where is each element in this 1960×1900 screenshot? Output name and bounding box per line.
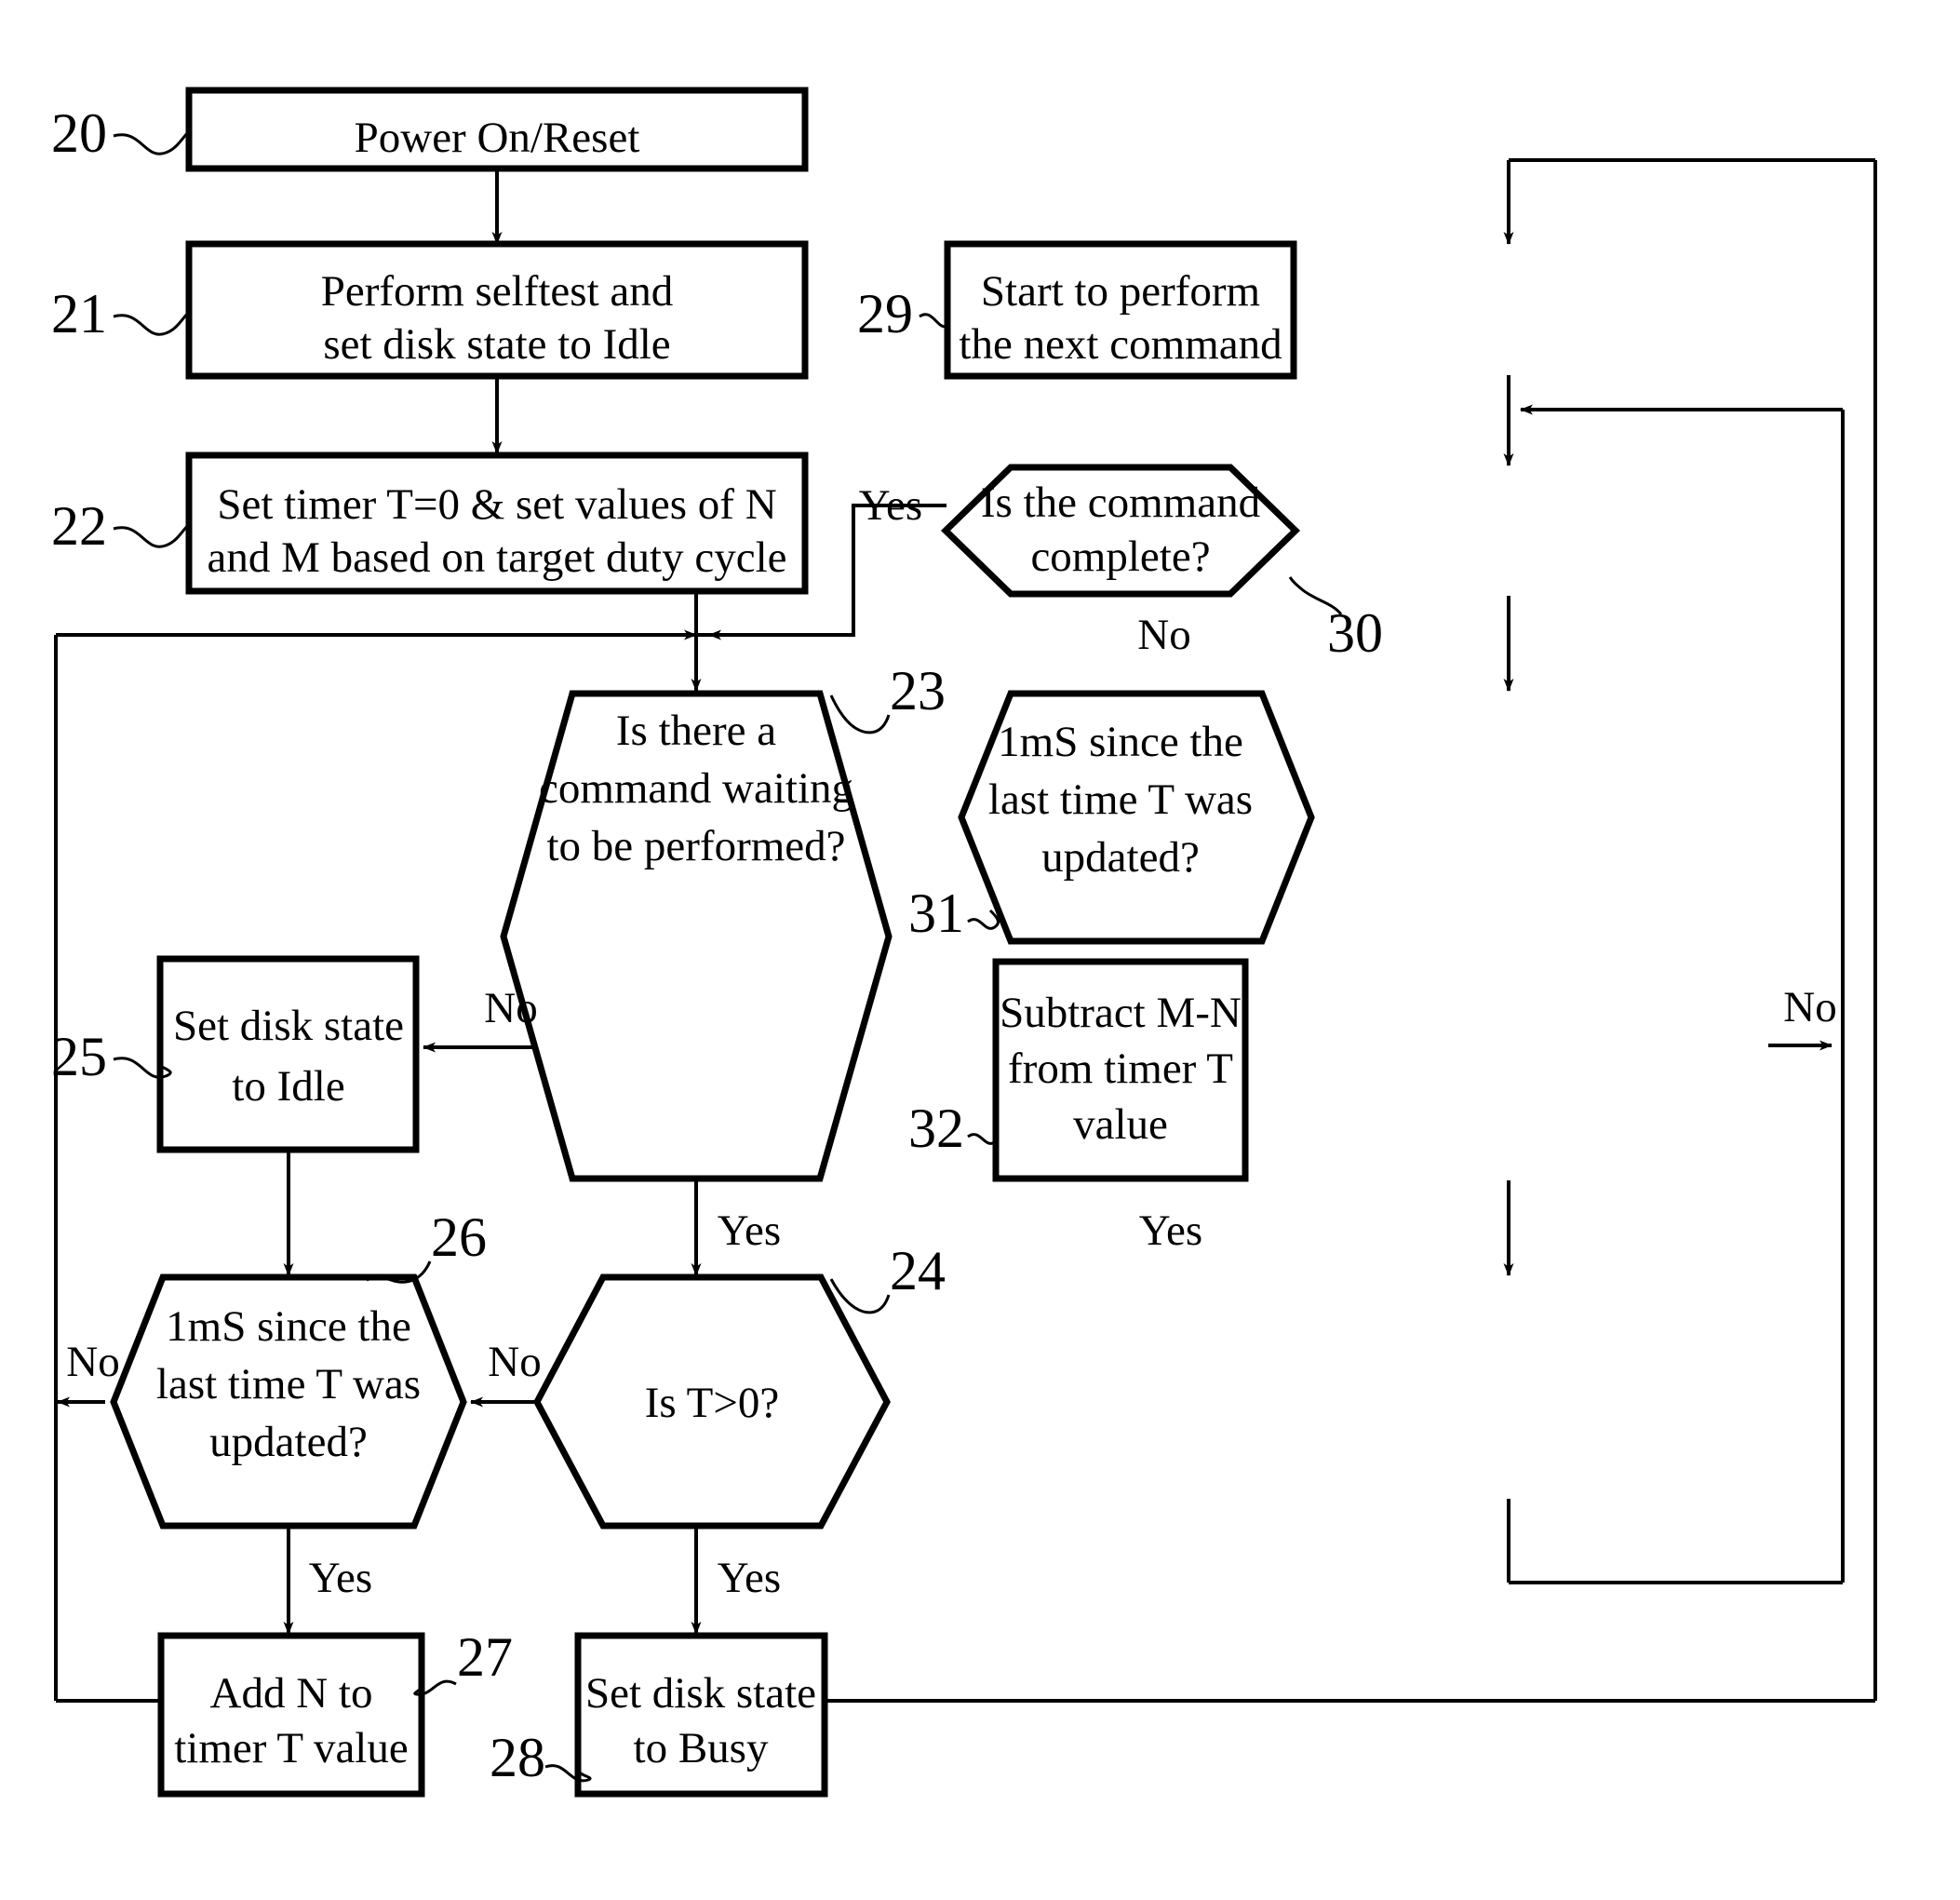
node-32-subtract-m-n[interactable]: Subtract M-N from timer T value <box>992 958 1249 1182</box>
node-27-line2: timer T value <box>174 1724 408 1772</box>
leader-20 <box>113 129 191 155</box>
node-32-line2: from timer T <box>1008 1044 1233 1093</box>
node-24-timer-positive-decision[interactable]: Is T>0? <box>533 1273 891 1529</box>
node-21-line2: set disk state to Idle <box>323 320 670 369</box>
flowchart-figure: Power On/Reset Perform selftest and set … <box>0 0 1960 1900</box>
ref-number-23: 23 <box>890 660 946 721</box>
node-31-1ms-elapsed-decision[interactable]: 1mS since the last time T was updated? <box>958 690 1315 945</box>
node-22-line1: Set timer T=0 & set values of N <box>217 480 776 529</box>
edge-label-26-yes: Yes <box>309 1554 372 1602</box>
node-23-line1: Is there a <box>616 707 776 755</box>
edge-label-31-no: No <box>1783 983 1836 1031</box>
leader-31 <box>967 909 1000 930</box>
edge-label-31-yes: Yes <box>1139 1206 1202 1255</box>
leader-22 <box>113 522 191 548</box>
ref-number-24: 24 <box>890 1240 946 1301</box>
node-28-line2: to Busy <box>634 1724 769 1772</box>
leader-30 <box>1288 576 1343 615</box>
node-30-line2: complete? <box>1030 532 1210 581</box>
node-31-line3: updated? <box>1041 833 1200 882</box>
ref-number-28: 28 <box>490 1727 545 1788</box>
ref-number-25: 25 <box>51 1026 107 1087</box>
node-28-set-disk-busy[interactable]: Set disk state to Busy <box>574 1632 828 1798</box>
node-26-line3: updated? <box>209 1418 368 1466</box>
ref-number-22: 22 <box>51 495 107 557</box>
node-24-line1: Is T>0? <box>645 1379 779 1427</box>
node-31-line2: last time T was <box>988 775 1253 824</box>
leader-32 <box>967 1133 997 1145</box>
edge-label-26-no: No <box>66 1338 119 1386</box>
node-29-start-next-command[interactable]: Start to perform the next command <box>944 240 1297 380</box>
node-25-set-disk-idle[interactable]: Set disk state to Idle <box>156 955 420 1153</box>
node-21-perform-selftest[interactable]: Perform selftest and set disk state to I… <box>185 240 809 380</box>
ref-number-26: 26 <box>431 1206 487 1268</box>
node-32-line1: Subtract M-N <box>1000 989 1242 1037</box>
edge-label-30-no: No <box>1137 611 1190 659</box>
ref-number-30: 30 <box>1327 602 1383 664</box>
flowchart-canvas: Power On/Reset Perform selftest and set … <box>51 87 1877 1798</box>
node-25-line2: to Idle <box>232 1062 344 1111</box>
edge-label-24-yes: Yes <box>718 1554 781 1602</box>
node-26-1ms-elapsed-decision[interactable]: 1mS since the last time T was updated? <box>110 1273 467 1529</box>
node-27-add-n-to-timer[interactable]: Add N to timer T value <box>157 1632 425 1798</box>
node-21-line1: Perform selftest and <box>321 267 674 316</box>
ref-number-31: 31 <box>908 883 964 944</box>
leader-29 <box>919 313 948 329</box>
ref-number-27: 27 <box>457 1626 513 1688</box>
ref-number-20: 20 <box>51 102 107 164</box>
node-32-line3: value <box>1073 1100 1168 1149</box>
edge-label-30-yes: Yes <box>859 481 922 530</box>
node-29-line2: the next command <box>959 320 1282 369</box>
node-29-line1: Start to perform <box>981 267 1260 316</box>
ref-number-29: 29 <box>857 283 913 344</box>
node-22-set-timer[interactable]: Set timer T=0 & set values of N and M ba… <box>185 451 809 595</box>
node-27-line1: Add N to <box>210 1669 373 1718</box>
node-20-power-on-reset[interactable]: Power On/Reset <box>185 87 809 172</box>
node-23-line3: to be performed? <box>546 822 845 870</box>
node-26-line2: last time T was <box>156 1360 421 1408</box>
node-31-line1: 1mS since the <box>998 718 1243 766</box>
ref-number-21: 21 <box>51 283 107 344</box>
node-22-line2: and M based on target duty cycle <box>207 533 786 582</box>
node-26-line1: 1mS since the <box>166 1302 411 1351</box>
node-30-command-complete-decision[interactable]: Is the command complete? <box>940 464 1301 598</box>
edge-label-23-yes: Yes <box>718 1206 781 1255</box>
node-23-line2: command waiting <box>539 764 853 813</box>
node-30-line1: Is the command <box>981 478 1260 527</box>
ref-number-32: 32 <box>908 1098 964 1159</box>
node-25-line1: Set disk state <box>173 1002 404 1050</box>
leader-21 <box>113 310 191 336</box>
edge-label-23-no: No <box>484 984 537 1032</box>
leader-23 <box>829 694 891 734</box>
node-28-line1: Set disk state <box>585 1669 816 1718</box>
edge-label-24-no: No <box>488 1338 541 1386</box>
node-23-command-waiting-decision[interactable]: Is there a command waiting to be perform… <box>500 690 893 1182</box>
node-20-line1: Power On/Reset <box>355 114 640 162</box>
